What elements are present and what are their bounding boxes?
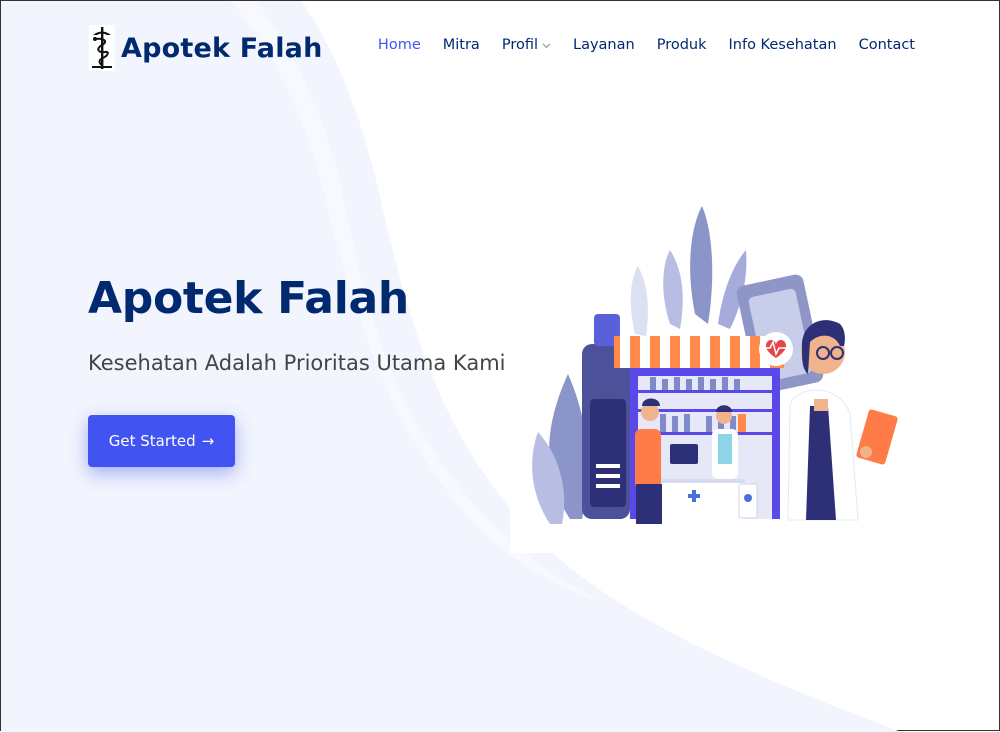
main-nav: Home Mitra Profil Layanan Produk Info Ke… <box>356 37 915 53</box>
nav-label: Layanan <box>573 37 635 53</box>
nav-produk[interactable]: Produk <box>657 37 707 53</box>
nav-mitra[interactable]: Mitra <box>443 37 480 53</box>
nav-label: Produk <box>656 37 707 53</box>
caduceus-icon <box>89 25 115 71</box>
logo-text: Apotek Falah <box>121 32 323 64</box>
nav-home[interactable]: Home <box>378 37 421 53</box>
button-label: Get Started <box>108 432 196 450</box>
nav-layanan[interactable]: Layanan <box>573 37 635 53</box>
nav-label: Home <box>377 37 421 53</box>
arrow-right-icon: → <box>201 432 215 450</box>
logo-link[interactable]: Apotek Falah <box>89 25 323 71</box>
nav-contact[interactable]: Contact <box>859 37 915 53</box>
nav-label: Contact <box>858 37 915 53</box>
nav-label: Info Kesehatan <box>728 37 837 53</box>
pharmacy-illustration <box>510 184 913 553</box>
chevron-down-icon <box>542 42 551 48</box>
site-header: Apotek Falah Home Mitra Profil Layanan P… <box>1 1 1000 96</box>
get-started-button[interactable]: Get Started → <box>88 415 235 467</box>
nav-profil[interactable]: Profil <box>502 37 551 53</box>
nav-label: Profil <box>501 37 538 53</box>
hero-subtitle: Kesehatan Adalah Prioritas Utama Kami <box>88 351 506 375</box>
nav-label: Mitra <box>442 37 480 53</box>
nav-info-kesehatan[interactable]: Info Kesehatan <box>729 37 837 53</box>
hero-title: Apotek Falah <box>88 273 409 324</box>
